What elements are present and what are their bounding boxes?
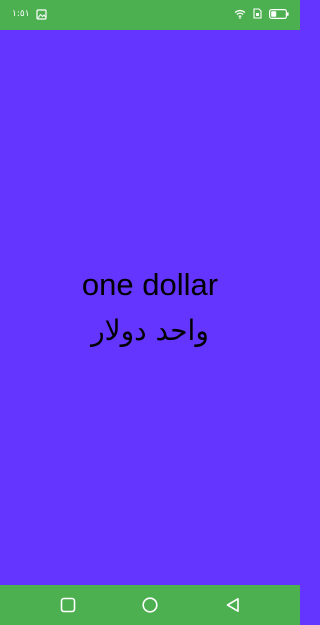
- status-left-group: ١:٥١: [12, 8, 47, 20]
- status-bar: ١:٥١: [0, 0, 300, 30]
- navigation-bar: [0, 585, 300, 625]
- status-time: ١:٥١: [12, 9, 30, 19]
- home-circle-icon[interactable]: [140, 595, 160, 615]
- back-triangle-icon[interactable]: [223, 595, 243, 615]
- sim-card-icon: [253, 8, 262, 19]
- image-icon: [35, 8, 47, 20]
- main-content: one dollar واحد دولار: [0, 30, 300, 585]
- wifi-icon: [234, 9, 246, 19]
- battery-icon: [269, 8, 289, 19]
- recents-square-icon[interactable]: [58, 595, 78, 615]
- arabic-text: واحد دولار: [91, 314, 209, 347]
- english-text: one dollar: [81, 267, 219, 302]
- status-right-group: [234, 8, 289, 19]
